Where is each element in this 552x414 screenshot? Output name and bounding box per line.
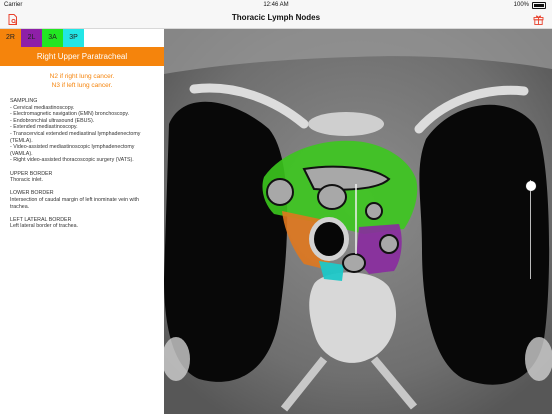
- sampling-heading: SAMPLING: [10, 98, 38, 104]
- lower-border-text: trachea.: [10, 203, 30, 210]
- page-title: Thoracic Lymph Nodes: [231, 13, 321, 22]
- sampling-item: - Video-assisted mediastinoscopic lympha…: [10, 144, 135, 151]
- tab-3p[interactable]: 3P: [63, 29, 84, 47]
- gift-icon: [533, 14, 543, 25]
- lower-border-text: Intersection of caudal margin of left in…: [10, 196, 139, 203]
- battery-percent: 100%: [513, 2, 529, 8]
- esophagus: [342, 253, 366, 273]
- station-info-panel: 2R 2L 3A 3P Right Upper Paratracheal N2 …: [0, 29, 164, 414]
- sampling-section: SAMPLING - Cervical mediastinoscopy. - E…: [10, 98, 160, 164]
- station-title: Right Upper Paratracheal: [0, 47, 164, 66]
- upper-border-heading: UPPER BORDER: [10, 170, 53, 177]
- slice-slider-thumb[interactable]: [526, 180, 536, 191]
- lower-border-section: LOWER BORDER Intersection of caudal marg…: [10, 190, 160, 210]
- staging-line: N3 if left lung cancer.: [51, 81, 113, 89]
- sampling-item: - Transcervical extended mediastinal lym…: [10, 130, 141, 137]
- trachea: [314, 222, 344, 256]
- lower-border-heading: LOWER BORDER: [10, 190, 54, 197]
- vessel: [365, 202, 383, 220]
- sampling-item: - Electromagnetic navigation (EMN) bronc…: [10, 111, 130, 118]
- left-lateral-border-text: Left lateral border of trachea.: [10, 223, 79, 230]
- station-description: SAMPLING - Cervical mediastinoscopy. - E…: [10, 98, 160, 236]
- vessel: [379, 234, 399, 254]
- sampling-item: (VAMLA).: [10, 150, 33, 157]
- tab-2l[interactable]: 2L: [21, 29, 42, 47]
- staging-line: N2 if right lung cancer.: [49, 73, 115, 80]
- sampling-item: - Cervical mediastinoscopy.: [10, 104, 75, 111]
- left-lateral-border-section: LEFT LATERAL BORDER Left lateral border …: [10, 217, 160, 230]
- station-tabs: 2R 2L 3A 3P: [0, 29, 84, 47]
- upper-border-section: UPPER BORDER Thoracic inlet.: [10, 171, 160, 184]
- upper-border-text: Thoracic inlet.: [10, 177, 43, 184]
- rib: [525, 337, 552, 381]
- sampling-item: - Endobronchial ultrasound (EBUS).: [10, 117, 95, 124]
- battery-indicator: 100%: [514, 0, 546, 10]
- sampling-item: (TEMLA).: [10, 137, 33, 144]
- vessel: [317, 184, 347, 210]
- left-lateral-border-heading: LEFT LATERAL BORDER: [10, 216, 72, 223]
- staging-note: N2 if right lung cancer. N3 if left lung…: [0, 73, 164, 90]
- tab-2r[interactable]: 2R: [0, 29, 21, 47]
- navigation-bar: Thoracic Lymph Nodes: [0, 10, 552, 29]
- status-bar: Carrier 12:46 AM 100%: [0, 0, 552, 10]
- sampling-item: - Extended mediastinoscopy.: [10, 124, 78, 131]
- ct-image-viewer[interactable]: [164, 29, 552, 414]
- sternum: [308, 112, 384, 136]
- sampling-item: - Right video-assisted thoracoscopic sur…: [10, 157, 134, 164]
- tab-3a[interactable]: 3A: [42, 29, 63, 47]
- battery-icon: [532, 1, 546, 9]
- gift-button[interactable]: [531, 12, 545, 26]
- status-time: 12:46 AM: [263, 2, 289, 8]
- slice-slider-track[interactable]: [530, 180, 531, 279]
- ct-scan-image: [164, 29, 552, 414]
- vessel: [266, 178, 294, 206]
